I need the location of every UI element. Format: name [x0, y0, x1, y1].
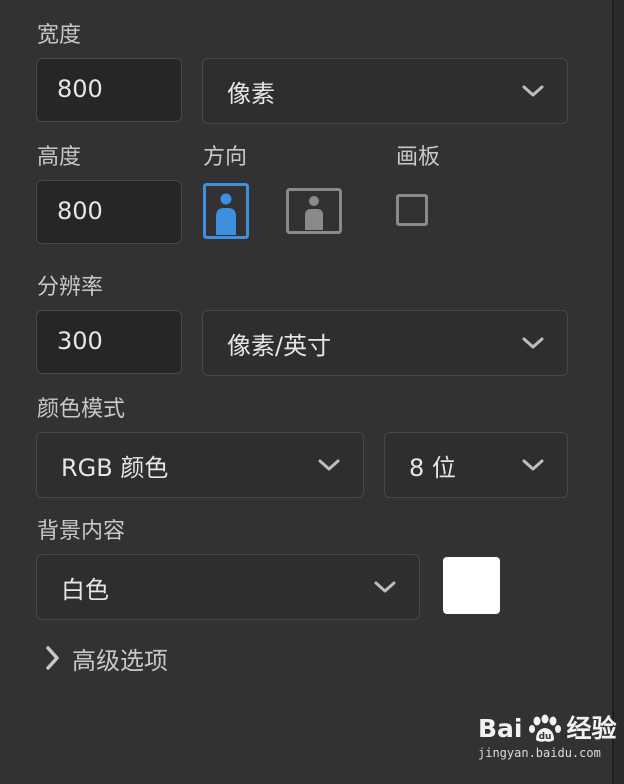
bit-depth-value: 8 位: [409, 453, 456, 482]
bit-depth-select[interactable]: 8 位: [384, 432, 568, 498]
resolution-unit-value: 像素/英寸: [227, 331, 332, 360]
advanced-options-label: 高级选项: [72, 646, 168, 675]
svg-text:du: du: [538, 732, 551, 742]
advanced-options-toggle[interactable]: 高级选项: [42, 640, 168, 676]
watermark-logo: Bai du 经验: [478, 714, 618, 744]
document-settings-panel: 宽度 800 像素 高度 方向 画板 800 分辨率 300 像素/英寸 颜色模…: [0, 0, 612, 784]
orientation-portrait-button[interactable]: [203, 183, 249, 239]
baidu-jingyan-watermark: Bai du 经验 jingyan.baidu.com: [478, 714, 618, 778]
chevron-right-icon: [46, 646, 59, 670]
paw-icon: du: [528, 714, 561, 742]
portrait-icon: [203, 183, 249, 239]
width-unit-value: 像素: [227, 79, 275, 108]
orientation-landscape-button[interactable]: [286, 188, 342, 234]
watermark-brand-cn: 经验: [566, 714, 617, 743]
resolution-input[interactable]: 300: [36, 310, 182, 374]
chevron-down-icon: [522, 337, 544, 349]
width-label: 宽度: [37, 23, 82, 48]
color-mode-value: RGB 颜色: [61, 453, 169, 482]
background-value: 白色: [61, 575, 109, 604]
watermark-url: jingyan.baidu.com: [478, 746, 601, 760]
width-input[interactable]: 800: [36, 58, 182, 122]
chevron-down-icon: [522, 459, 544, 471]
height-label: 高度: [37, 145, 82, 170]
chevron-down-icon: [374, 581, 396, 593]
background-label: 背景内容: [37, 519, 126, 544]
artboard-label: 画板: [396, 145, 441, 170]
background-select[interactable]: 白色: [36, 554, 420, 620]
background-color-swatch[interactable]: [443, 557, 500, 614]
chevron-down-icon: [318, 459, 340, 471]
width-unit-select[interactable]: 像素: [202, 58, 568, 124]
watermark-brand-latin: Bai: [478, 714, 523, 743]
color-mode-select[interactable]: RGB 颜色: [36, 432, 364, 498]
height-input[interactable]: 800: [36, 180, 182, 244]
artboard-checkbox[interactable]: [396, 194, 428, 226]
resolution-label: 分辨率: [37, 275, 104, 300]
resolution-unit-select[interactable]: 像素/英寸: [202, 310, 568, 376]
orientation-label: 方向: [203, 145, 248, 170]
landscape-icon: [286, 188, 342, 234]
chevron-down-icon: [522, 85, 544, 97]
color-mode-label: 颜色模式: [37, 397, 126, 422]
panel-scroll-gutter: [614, 0, 624, 784]
